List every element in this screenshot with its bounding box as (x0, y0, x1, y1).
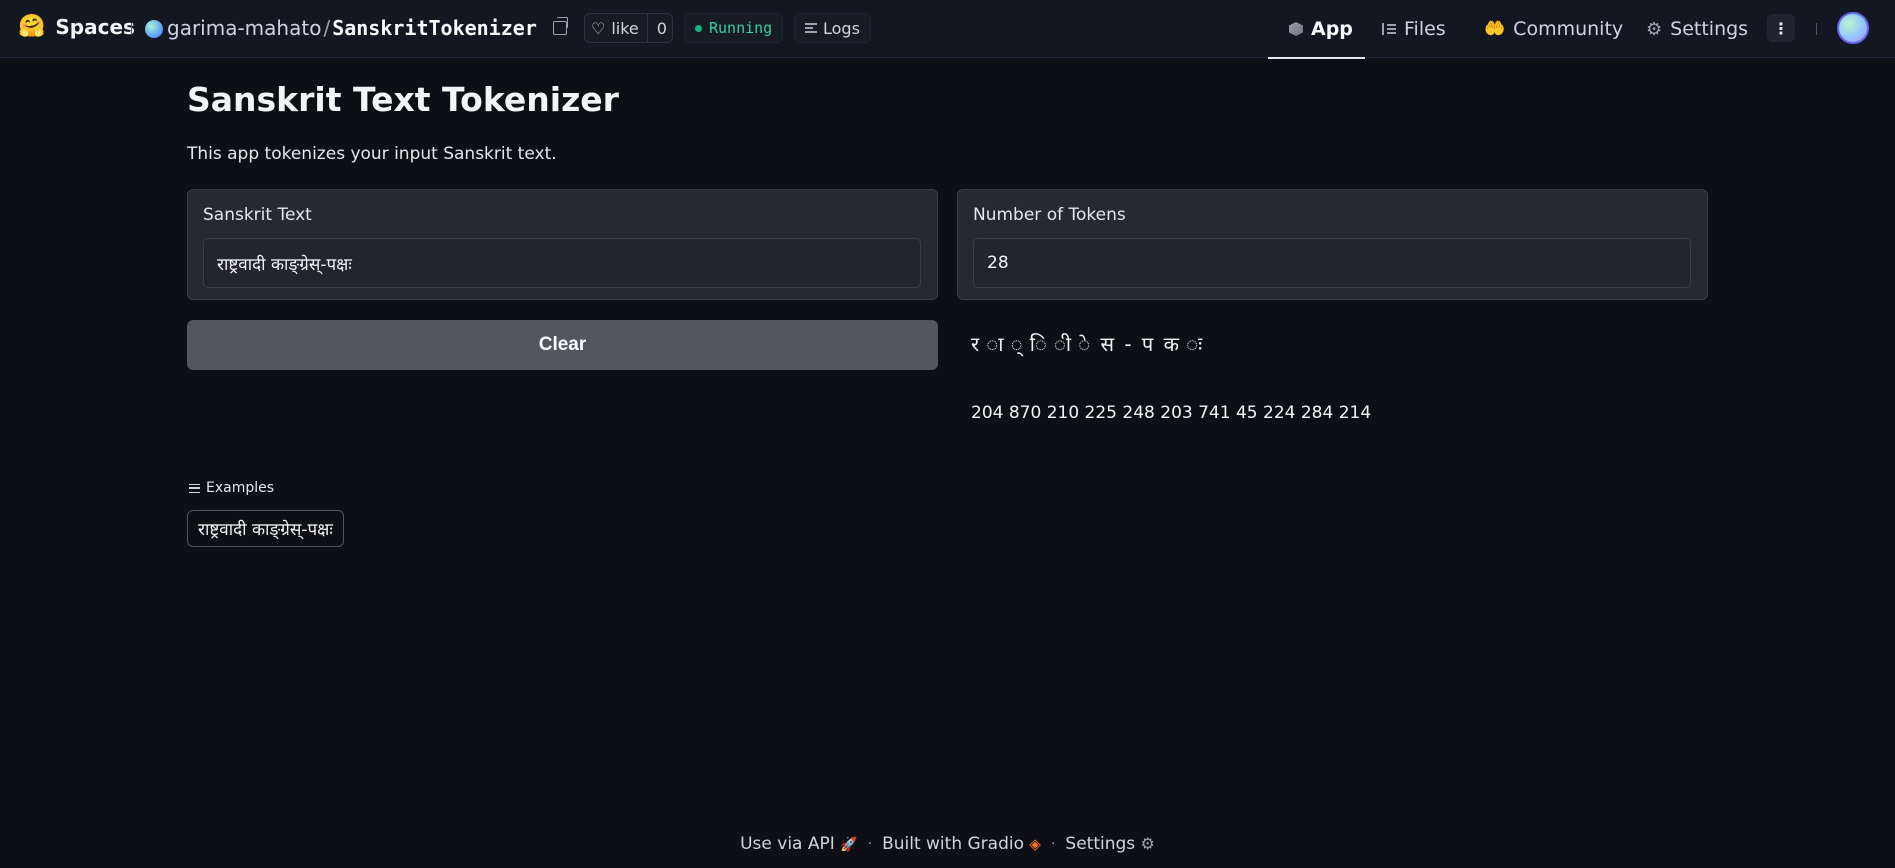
examples-header: Examples (189, 480, 274, 496)
like-left: ♡ like (585, 14, 648, 42)
footer-settings-link[interactable]: Settings ⚙ (1065, 834, 1154, 854)
repo-name-link[interactable]: SanskritTokenizer (332, 16, 537, 40)
copy-icon[interactable] (553, 17, 568, 35)
tab-settings[interactable]: ⚙ Settings (1646, 0, 1748, 58)
tab-settings-label: Settings (1670, 18, 1749, 40)
status-badge[interactable]: Running (684, 13, 784, 43)
examples-label: Examples (206, 480, 275, 496)
spaces-home-link[interactable]: 🤗 Spaces (18, 15, 135, 39)
tab-files[interactable]: Files (1382, 0, 1446, 58)
owner-link[interactable]: garima-mahato (167, 16, 321, 40)
active-tab-indicator (1268, 57, 1365, 59)
token-text-output: र ा ् ि ी े स - प क ः (971, 332, 1205, 356)
top-bar: 🤗 Spaces garima-mahato / SanskritTokeniz… (0, 0, 1895, 59)
hugging-face-logo-icon: 🤗 (18, 14, 46, 39)
token-ids-output: 204 870 210 225 248 203 741 45 224 284 2… (971, 403, 1372, 423)
settings-gear-icon: ⚙ (1140, 834, 1155, 853)
clear-button[interactable]: Clear (187, 320, 938, 370)
sanskrit-text-panel: Sanskrit Text राष्ट्रवादी काङ्ग्रेस्-पक्… (187, 189, 938, 300)
number-of-tokens-panel: Number of Tokens 28 (957, 189, 1708, 300)
tab-community[interactable]: 🤲 Community (1484, 0, 1623, 58)
repo-breadcrumb: garima-mahato / SanskritTokenizer (167, 16, 537, 40)
tab-app[interactable]: App (1267, 0, 1373, 58)
footer-separator: · (867, 836, 873, 852)
gradio-logo-icon: ◈ (1029, 835, 1041, 853)
status-label: Running (709, 19, 773, 37)
footer: Use via API 🚀 · Built with Gradio ◈ · Se… (0, 831, 1895, 857)
more-options-button[interactable]: ⋮ (1767, 14, 1795, 42)
footer-separator: · (1050, 836, 1056, 852)
community-icon: 🤲 (1484, 19, 1506, 39)
gear-icon: ⚙ (1646, 18, 1663, 40)
tab-community-label: Community (1513, 18, 1624, 40)
tab-files-label: Files (1404, 18, 1446, 40)
use-via-api-link[interactable]: Use via API 🚀 (740, 834, 858, 854)
like-label: like (611, 18, 639, 38)
logs-label: Logs (823, 18, 860, 38)
more-icon: ⋮ (1773, 18, 1789, 38)
rocket-icon: 🚀 (840, 837, 858, 853)
page-description: This app tokenizes your input Sanskrit t… (187, 144, 557, 164)
breadcrumb-separator: / (323, 16, 331, 40)
status-dot-icon (695, 24, 702, 32)
sanskrit-text-value: राष्ट्रवादी काङ्ग्रेस्-पक्षः (217, 254, 352, 275)
sanskrit-text-input[interactable]: राष्ट्रवादी काङ्ग्रेस्-पक्षः (203, 238, 921, 288)
sanskrit-text-label: Sanskrit Text (203, 205, 312, 225)
logs-button[interactable]: Logs (794, 13, 871, 43)
number-of-tokens-label: Number of Tokens (973, 205, 1126, 225)
like-count[interactable]: 0 (648, 19, 676, 38)
files-icon (1382, 23, 1396, 35)
page-title: Sanskrit Text Tokenizer (187, 80, 619, 119)
list-icon (189, 483, 200, 493)
example-item[interactable]: राष्ट्रवादी काङ्ग्रेस्-पक्षः (187, 510, 344, 547)
heart-icon: ♡ (591, 18, 606, 38)
divider (131, 23, 132, 35)
owner-avatar[interactable] (145, 20, 163, 38)
number-of-tokens-value: 28 (987, 253, 1009, 273)
brand-label: Spaces (55, 15, 135, 39)
number-of-tokens-output[interactable]: 28 (973, 238, 1691, 288)
divider (1816, 23, 1817, 35)
use-via-api-label: Use via API (740, 834, 835, 854)
like-button[interactable]: ♡ like 0 (584, 13, 673, 43)
user-avatar[interactable] (1837, 12, 1869, 44)
logs-icon (805, 23, 817, 33)
footer-settings-label: Settings (1065, 834, 1136, 854)
example-item-text: राष्ट्रवादी काङ्ग्रेस्-पक्षः (198, 520, 333, 540)
built-with-gradio-link[interactable]: Built with Gradio ◈ (882, 834, 1041, 854)
tab-app-label: App (1311, 18, 1353, 40)
cube-icon (1289, 22, 1303, 36)
built-with-gradio-label: Built with Gradio (882, 834, 1024, 854)
